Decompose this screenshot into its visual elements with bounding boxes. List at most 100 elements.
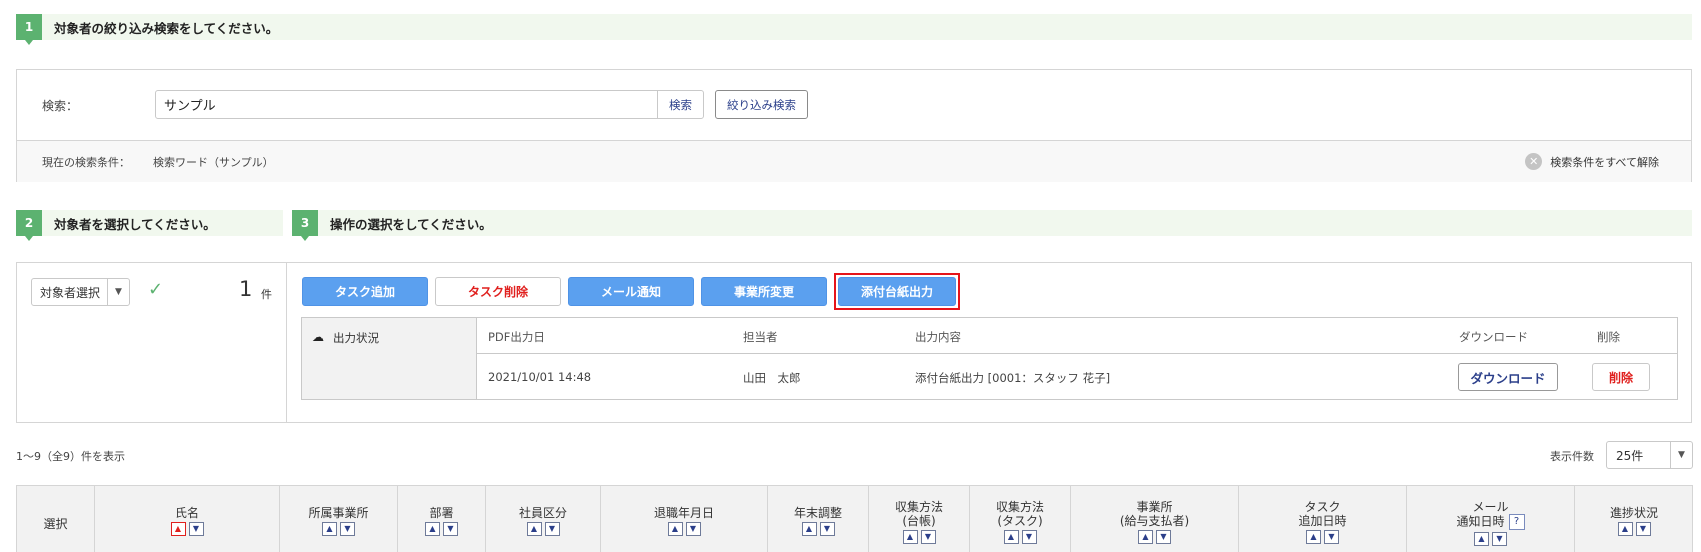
- step2-header: 2 対象者を選択してください。: [16, 210, 283, 241]
- selection-panel: 対象者選択 ▼ ✓ 1 件 タスク追加 タスク削除 メール通知 事業所変更 添付…: [16, 262, 1692, 423]
- sort-asc-button[interactable]: ▲: [1617, 522, 1633, 536]
- check-icon: ✓: [148, 279, 164, 300]
- column-collection-task-line1: 収集方法: [995, 500, 1044, 514]
- sort-desc-button[interactable]: ▼: [1492, 532, 1507, 546]
- sort-asc-button[interactable]: ▲: [801, 522, 817, 536]
- column-select: 選択: [17, 486, 95, 552]
- step1-header: 1 対象者の絞り込み検索をしてください。: [16, 14, 1692, 45]
- mail-notify-button[interactable]: メール通知: [568, 277, 694, 306]
- sort-desc-button[interactable]: ▼: [1635, 522, 1651, 536]
- step3-title: 操作の選択をしてください。: [330, 216, 492, 232]
- selected-count: 1: [239, 277, 253, 301]
- sort-desc-button[interactable]: ▼: [1324, 530, 1339, 544]
- search-label: 検索：: [42, 99, 79, 113]
- search-panel: 検索： 検索 絞り込み検索 現在の検索条件： 検索ワード（サンプル） ✕ 検索条…: [16, 69, 1692, 182]
- sort-desc-button[interactable]: ▼: [920, 530, 936, 544]
- step2-title: 対象者を選択してください。: [54, 216, 216, 232]
- output-table-header: PDF出力日 担当者 出力内容 ダウンロード 削除: [477, 318, 1677, 354]
- sort-asc-button[interactable]: ▲: [526, 522, 542, 536]
- step3-number: 3: [292, 210, 318, 241]
- chevron-down-icon: ▼: [107, 279, 129, 305]
- sort-asc-button[interactable]: ▲: [667, 522, 683, 536]
- sort-asc-button[interactable]: ▲: [1306, 530, 1321, 544]
- sort-asc-button[interactable]: ▲: [425, 522, 440, 536]
- download-button[interactable]: ダウンロード: [1458, 363, 1558, 391]
- sort-asc-button[interactable]: ▲: [902, 530, 918, 544]
- column-department-label: 部署: [429, 506, 454, 520]
- ledger-output-button[interactable]: 添付台紙出力: [838, 277, 956, 306]
- sort-desc-button[interactable]: ▼: [340, 522, 355, 536]
- header-content: 出力内容: [915, 330, 961, 344]
- column-payer-office-line1: 事業所: [1136, 500, 1173, 514]
- header-download: ダウンロード: [1459, 330, 1528, 344]
- header-pdf-date: PDF出力日: [488, 330, 545, 344]
- search-condition-row: 現在の検索条件： 検索ワード（サンプル） ✕ 検索条件をすべて解除: [17, 140, 1691, 182]
- column-collection-ledger-line2: (台帳): [902, 514, 936, 528]
- step3-header: 3 操作の選択をしてください。: [292, 210, 1692, 241]
- search-row: 検索： 検索 絞り込み検索: [17, 70, 1691, 140]
- help-icon[interactable]: ?: [1508, 514, 1525, 530]
- employee-table-header: 選択 氏名 ▲ ▼ 所属事業所 ▲ ▼ 部署 ▲ ▼ 社員区分 ▲ ▼ 退職年月日 ▲ ▼…: [16, 485, 1693, 552]
- search-button[interactable]: 検索: [657, 90, 704, 119]
- clear-all-conditions[interactable]: ✕ 検索条件をすべて解除: [1525, 153, 1659, 170]
- result-count-text: 1～9（全9）件を表示: [16, 450, 125, 463]
- sort-desc-button[interactable]: ▼: [188, 522, 204, 536]
- sort-desc-button[interactable]: ▼: [443, 522, 458, 536]
- per-page-value: 25件: [1616, 448, 1644, 463]
- per-page-label: 表示件数: [1550, 450, 1594, 463]
- add-task-button[interactable]: タスク追加: [302, 277, 428, 306]
- column-employee-type: 社員区分 ▲ ▼: [486, 486, 601, 552]
- column-department: 部署 ▲ ▼: [398, 486, 486, 552]
- search-input[interactable]: [155, 90, 658, 119]
- clear-all-label: 検索条件をすべて解除: [1550, 155, 1659, 169]
- row-person: 山田 太郎: [743, 371, 801, 385]
- column-progress-label: 進捗状況: [1609, 506, 1658, 520]
- output-status-label-cell: ☁ 出力状況: [302, 318, 477, 399]
- step1-title: 対象者の絞り込み検索をしてください。: [54, 20, 279, 36]
- column-mail-notified-date: メール 通知日時? ▲ ▼: [1407, 486, 1575, 552]
- chevron-down-icon: ▼: [1670, 442, 1692, 468]
- per-page-select[interactable]: 25件 ▼: [1606, 441, 1693, 469]
- column-task-added-line2: 追加日時: [1298, 514, 1347, 528]
- sort-desc-button[interactable]: ▼: [1156, 530, 1171, 544]
- sort-asc-button[interactable]: ▲: [322, 522, 337, 536]
- office-change-button[interactable]: 事業所変更: [701, 277, 827, 306]
- step2-number: 2: [16, 210, 42, 241]
- cloud-download-icon: ☁: [312, 330, 324, 344]
- column-payer-office-line2: (給与支払者): [1119, 514, 1190, 528]
- target-select-dropdown[interactable]: 対象者選択 ▼: [31, 278, 130, 306]
- column-collection-task: 収集方法 (タスク) ▲ ▼: [970, 486, 1071, 552]
- sort-asc-button[interactable]: ▲: [1003, 530, 1019, 544]
- condition-value: 検索ワード（サンプル）: [153, 156, 274, 169]
- target-selection-area: 対象者選択 ▼ ✓ 1 件: [17, 263, 287, 422]
- column-task-added-line1: タスク: [1304, 500, 1341, 514]
- sort-asc-button[interactable]: ▲: [1474, 532, 1489, 546]
- column-mail-notified-line2-wrap: 通知日時?: [1456, 514, 1525, 530]
- sort-asc-button[interactable]: ▲: [1138, 530, 1153, 544]
- sort-asc-button[interactable]: ▲: [170, 522, 186, 536]
- column-payer-office: 事業所 (給与支払者) ▲ ▼: [1071, 486, 1239, 552]
- output-status-table: PDF出力日 担当者 出力内容 ダウンロード 削除 2021/10/01 14:…: [477, 318, 1677, 399]
- sort-desc-button[interactable]: ▼: [1021, 530, 1037, 544]
- sort-desc-button[interactable]: ▼: [819, 522, 835, 536]
- column-year-end-adjustment: 年末調整 ▲ ▼: [768, 486, 869, 552]
- column-collection-task-line2: (タスク): [997, 514, 1043, 528]
- sort-desc-button[interactable]: ▼: [685, 522, 701, 536]
- delete-button[interactable]: 削除: [1592, 363, 1650, 391]
- row-content: 添付台紙出力 [0001：スタッフ 花子]: [915, 371, 1111, 385]
- column-collection-ledger-line1: 収集方法: [894, 500, 943, 514]
- highlight-frame: 添付台紙出力: [834, 273, 960, 310]
- operation-buttons: タスク追加 タスク削除 メール通知 事業所変更 添付台紙出力: [302, 273, 960, 310]
- target-select-label: 対象者選択: [40, 285, 101, 300]
- selected-count-unit: 件: [261, 288, 272, 301]
- column-retirement-date-label: 退職年月日: [653, 506, 714, 520]
- step1-number: 1: [16, 14, 42, 45]
- filter-search-button[interactable]: 絞り込み検索: [715, 90, 808, 119]
- column-office: 所属事業所 ▲ ▼: [280, 486, 398, 552]
- column-select-label: 選択: [43, 517, 68, 531]
- delete-task-button[interactable]: タスク削除: [435, 277, 561, 306]
- output-status-label: 出力状況: [333, 331, 379, 345]
- column-retirement-date: 退職年月日 ▲ ▼: [601, 486, 768, 552]
- column-mail-notified-line1: メール: [1472, 500, 1509, 514]
- sort-desc-button[interactable]: ▼: [544, 522, 560, 536]
